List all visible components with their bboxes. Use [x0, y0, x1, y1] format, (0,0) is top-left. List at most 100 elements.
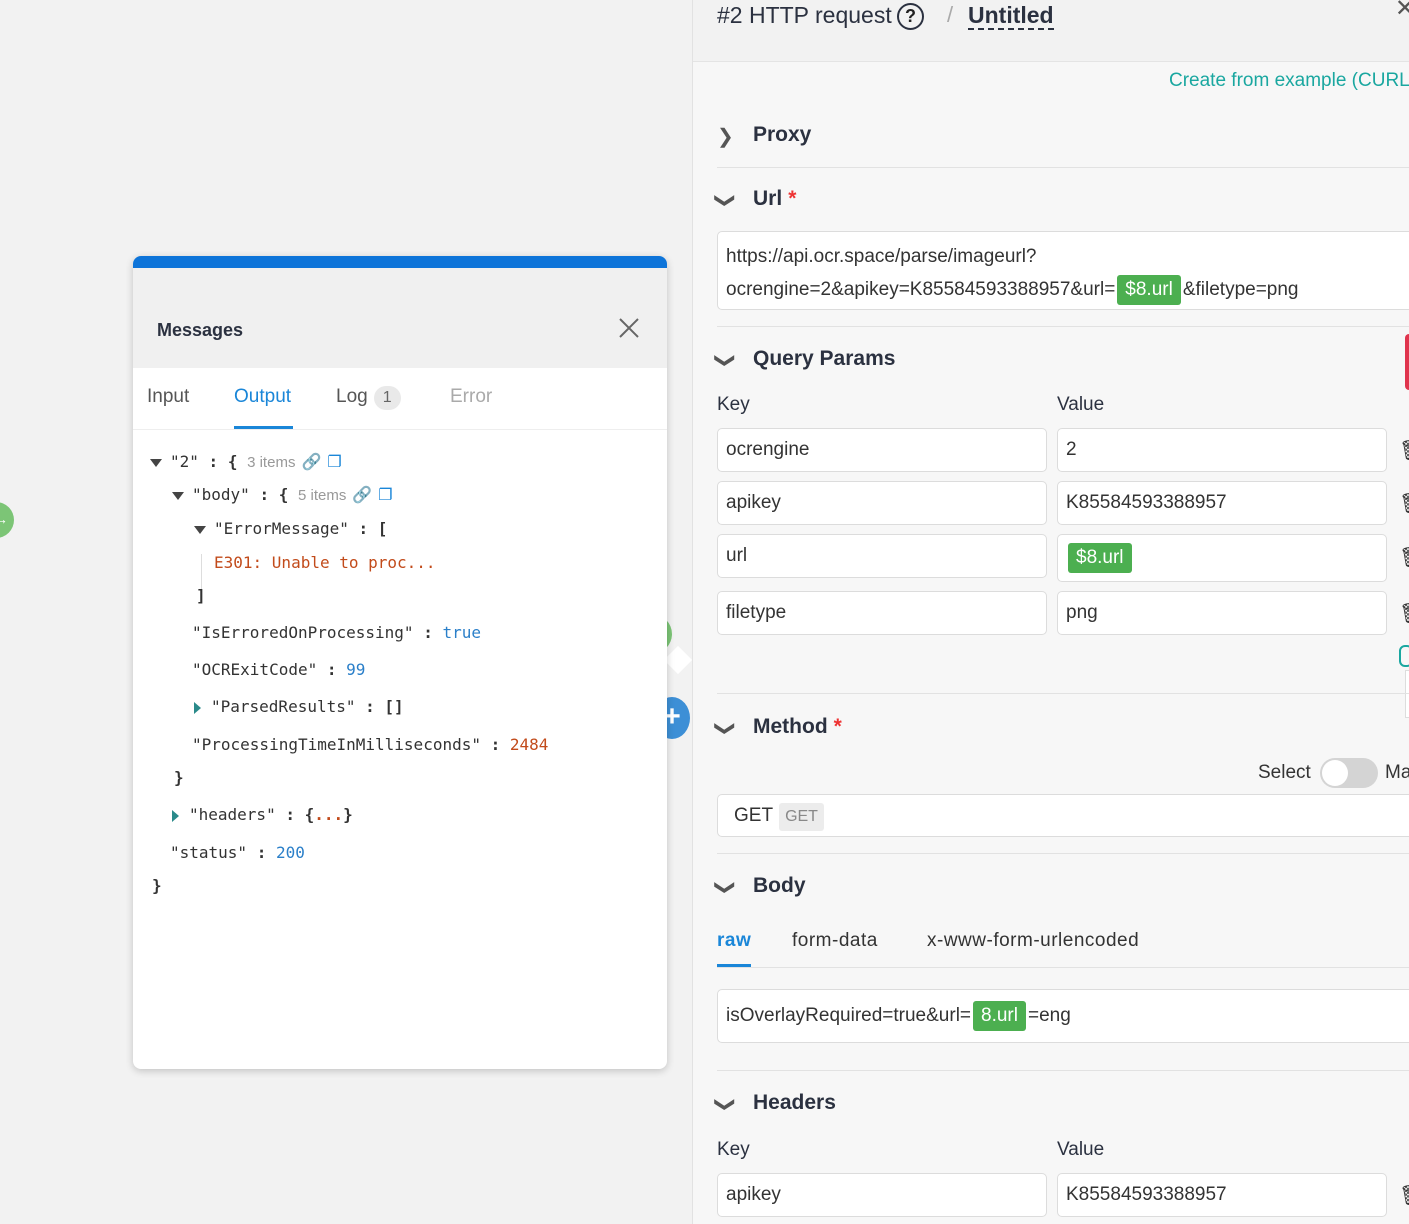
tree-row-root[interactable]: "2" : { 3 items 🔗 ❐ — [150, 452, 342, 471]
section-url[interactable]: Url * — [753, 187, 796, 211]
section-body[interactable]: Body — [753, 874, 806, 898]
toggle-select-label: Select — [1258, 762, 1311, 783]
panel-title: #2 HTTP request — [717, 2, 892, 28]
param-key-field[interactable]: ocrengine — [717, 428, 1047, 472]
tree-key: "status" — [170, 843, 248, 862]
url-input[interactable]: https://api.ocr.space/parse/imageurl? oc… — [717, 231, 1409, 310]
param-value-field[interactable]: 2 — [1057, 428, 1387, 472]
trash-icon[interactable]: 🗑 — [1399, 601, 1409, 626]
body-tab-urlencoded[interactable]: x-www-form-urlencoded — [927, 930, 1139, 952]
tab-output[interactable]: Output — [234, 386, 291, 408]
copy-icon[interactable]: ❐ — [378, 485, 392, 504]
tree-row-processing-time: "ProcessingTimeInMilliseconds" : 2484 — [192, 735, 549, 754]
param-key-field[interactable]: apikey — [717, 481, 1047, 525]
collapsed-dots[interactable]: ... — [314, 805, 343, 824]
chevron-down-icon[interactable]: ❯ — [713, 352, 738, 369]
help-icon[interactable]: ? — [897, 3, 924, 30]
close-icon[interactable] — [617, 316, 641, 340]
tree-value: [] — [384, 697, 404, 716]
http-request-panel: #2 HTTP request ? / Untitled ✕ Create fr… — [692, 0, 1409, 1224]
tab-active-underline — [234, 426, 293, 429]
node-name[interactable]: Untitled — [968, 2, 1054, 30]
header-value-field[interactable]: K85584593388957 — [1057, 1173, 1387, 1217]
tab-log[interactable]: Log 1 — [336, 386, 401, 410]
tree-row-body[interactable]: "body" : { 5 items 🔗 ❐ — [172, 485, 393, 504]
create-from-example-link[interactable]: Create from example (CURL — [1169, 70, 1409, 92]
workflow-canvas[interactable]: → + Messages Input Output Log 1 Error "2"… — [0, 0, 693, 1224]
variable-pill[interactable]: 8.url — [973, 1001, 1026, 1031]
section-proxy[interactable]: Proxy — [753, 123, 811, 147]
panel-pointer — [663, 645, 693, 675]
tree-row-parsed-results[interactable]: "ParsedResults" : [] — [194, 697, 404, 716]
body-text: isOverlayRequired=true&url= — [726, 1005, 972, 1026]
copy-icon[interactable]: ❐ — [327, 452, 341, 471]
delete-all-button[interactable] — [1405, 334, 1409, 390]
chevron-right-icon[interactable]: ❯ — [717, 124, 734, 149]
param-key-field[interactable]: filetype — [717, 591, 1047, 635]
variable-pill[interactable]: $8.url — [1117, 275, 1181, 305]
body-tab-form-data[interactable]: form-data — [792, 930, 878, 952]
chevron-down-icon[interactable]: ❯ — [713, 192, 738, 209]
section-method[interactable]: Method * — [753, 715, 842, 739]
url-text: ocrengine=2&apikey=K85584593388957&url= — [726, 279, 1116, 300]
section-url-label: Url — [753, 187, 783, 210]
divider — [717, 326, 1409, 327]
tree-key: "ErrorMessage" — [214, 519, 349, 538]
trash-icon[interactable]: 🗑 — [1399, 491, 1409, 516]
chevron-down-icon[interactable]: ❯ — [713, 720, 738, 737]
tab-input[interactable]: Input — [147, 386, 189, 408]
body-text: =eng — [1027, 1005, 1071, 1026]
close-icon[interactable]: ✕ — [1395, 0, 1409, 23]
param-value-field[interactable]: $8.url — [1057, 534, 1387, 582]
node-connector-left[interactable]: → — [0, 502, 14, 538]
side-control[interactable] — [1405, 670, 1409, 718]
divider — [717, 1070, 1409, 1071]
expand-icon[interactable] — [194, 701, 201, 714]
messages-title: Messages — [157, 320, 244, 340]
body-tab-raw[interactable]: raw — [717, 930, 751, 952]
expand-icon[interactable] — [172, 809, 179, 822]
param-value-field[interactable]: K85584593388957 — [1057, 481, 1387, 525]
toggle-knob — [1322, 760, 1348, 786]
toggle-manual-label: Ma — [1385, 762, 1409, 783]
url-line-1: https://api.ocr.space/parse/imageurl? — [726, 246, 1037, 267]
column-key-label: Key — [717, 1139, 750, 1160]
trash-icon[interactable]: 🗑 — [1399, 438, 1409, 463]
collapse-icon[interactable] — [194, 525, 206, 534]
column-value-label: Value — [1057, 394, 1105, 415]
method-tag: GET — [779, 803, 824, 831]
section-query-params[interactable]: Query Params — [753, 347, 895, 371]
add-param-button[interactable] — [1399, 645, 1409, 667]
tree-value: E301: Unable to proc... — [214, 553, 436, 572]
chevron-down-icon[interactable]: ❯ — [713, 879, 738, 896]
tree-key: "headers" — [189, 805, 276, 824]
collapse-icon[interactable] — [150, 458, 162, 467]
param-value-field[interactable]: png — [1057, 591, 1387, 635]
item-count: 3 items — [247, 454, 296, 471]
section-headers[interactable]: Headers — [753, 1091, 836, 1115]
tree-row-headers[interactable]: "headers" : {...} — [172, 805, 353, 824]
trash-icon[interactable]: 🗑 — [1399, 545, 1409, 570]
tree-row-status: "status" : 200 — [170, 843, 305, 862]
mode-toggle[interactable] — [1320, 758, 1378, 788]
column-value-label: Value — [1057, 1139, 1105, 1160]
tree-key: "IsErroredOnProcessing" — [192, 623, 414, 642]
chevron-down-icon[interactable]: ❯ — [713, 1096, 738, 1113]
variable-pill[interactable]: $8.url — [1068, 543, 1132, 573]
item-count: 5 items — [297, 487, 347, 504]
header-key-field[interactable]: apikey — [717, 1173, 1047, 1217]
link-icon[interactable]: 🔗 — [352, 485, 372, 504]
trash-icon[interactable]: 🗑 — [1399, 1183, 1409, 1208]
method-select[interactable]: GETGET ﹀ — [717, 794, 1409, 837]
divider — [717, 167, 1409, 168]
tree-brace-close: } — [152, 876, 162, 895]
param-key-field[interactable]: url — [717, 534, 1047, 578]
collapse-icon[interactable] — [172, 491, 184, 500]
tree-key: "OCRExitCode" — [192, 660, 318, 679]
tree-row-error-message[interactable]: "ErrorMessage" : [ — [194, 519, 387, 538]
tab-error[interactable]: Error — [450, 386, 492, 408]
body-raw-input[interactable]: isOverlayRequired=true&url= 8.url =eng — [717, 989, 1409, 1043]
required-marker: * — [833, 715, 842, 738]
link-icon[interactable]: 🔗 — [301, 452, 321, 471]
divider — [717, 853, 1409, 854]
